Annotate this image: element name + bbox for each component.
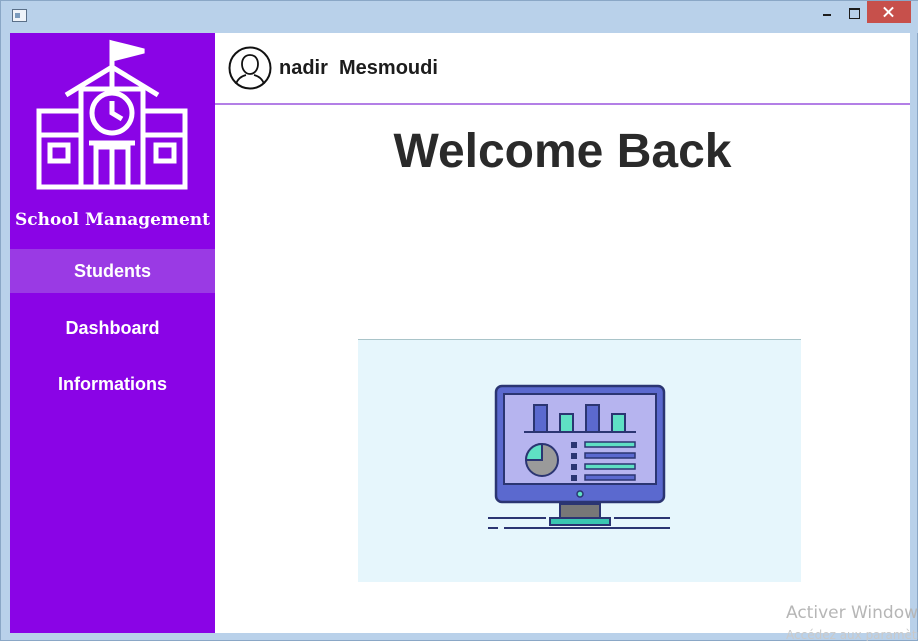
- sidebar-item-students[interactable]: Students: [10, 249, 215, 293]
- sidebar-item-dashboard[interactable]: Dashboard: [10, 306, 215, 350]
- dashboard-monitor-icon: [488, 384, 670, 529]
- maximize-icon[interactable]: [840, 1, 867, 23]
- user-avatar-icon[interactable]: [228, 46, 272, 90]
- windows-activation-watermark: Activer Windows: [786, 603, 918, 623]
- title-bar[interactable]: [1, 1, 918, 33]
- sidebar: School Management Students Dashboard Inf…: [10, 33, 215, 633]
- close-icon[interactable]: [867, 1, 911, 23]
- page-title: Welcome Back: [393, 125, 732, 178]
- school-building-icon: [36, 39, 188, 190]
- minimize-icon[interactable]: [812, 1, 840, 23]
- app-window-icon[interactable]: [12, 9, 27, 22]
- user-header: nadir Mesmoudi: [215, 33, 910, 105]
- dashboard-illustration: [358, 339, 801, 582]
- user-name: nadir Mesmoudi: [279, 57, 438, 79]
- app-brand-title: School Management: [15, 210, 210, 230]
- sidebar-item-informations[interactable]: Informations: [10, 362, 215, 406]
- windows-activation-subtitle: Accédez aux paramètres: [786, 628, 918, 641]
- app-content: School Management Students Dashboard Inf…: [10, 33, 910, 633]
- app-window: School Management Students Dashboard Inf…: [0, 0, 918, 641]
